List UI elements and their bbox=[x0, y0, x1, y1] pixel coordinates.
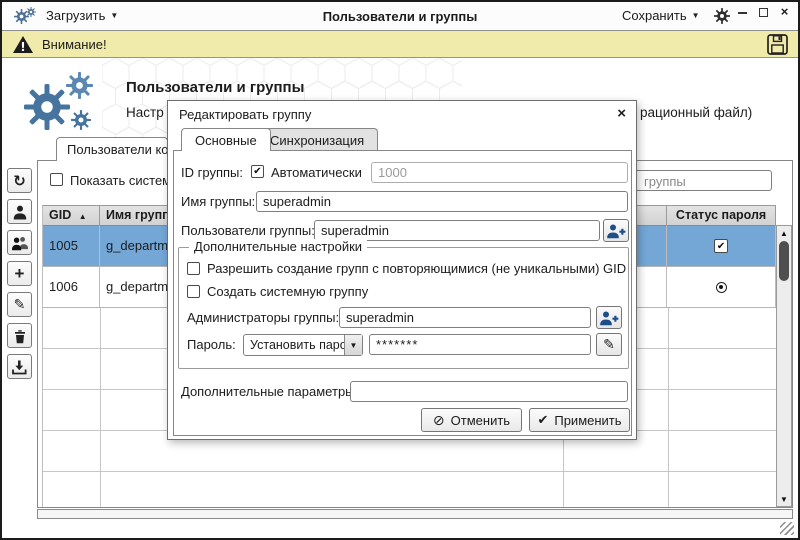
scrollbar-thumb[interactable] bbox=[779, 241, 789, 281]
export-icon bbox=[11, 359, 28, 375]
window-controls: × bbox=[736, 5, 791, 18]
delete-group-button[interactable] bbox=[7, 323, 32, 348]
tab-config-users-label: Пользователи кон bbox=[67, 142, 168, 157]
save-menu-label: Сохранить bbox=[622, 8, 687, 23]
password-label: Пароль: bbox=[187, 337, 236, 352]
minimize-button[interactable] bbox=[736, 5, 749, 18]
group-users-label: Пользователи группы: bbox=[181, 223, 315, 238]
gid-cell: 1005 bbox=[43, 226, 100, 266]
show-system-label: Показать систем bbox=[70, 173, 171, 188]
export-groups-button[interactable] bbox=[7, 354, 32, 379]
system-group-checkbox[interactable] bbox=[187, 285, 200, 298]
maximize-icon bbox=[759, 8, 768, 17]
scrollbar-down-button[interactable]: ▼ bbox=[777, 492, 791, 506]
additional-params-label: Дополнительные параметры: bbox=[181, 384, 358, 399]
system-group-label: Создать системную группу bbox=[207, 284, 368, 299]
pencil-icon: ✎ bbox=[603, 336, 615, 353]
svg-text:!: ! bbox=[20, 40, 25, 54]
search-placeholder-text: группы bbox=[644, 174, 686, 189]
page-subtitle-left: Настр bbox=[126, 105, 164, 120]
groups-view-button[interactable] bbox=[7, 230, 32, 255]
tab-config-users[interactable]: Пользователи кон bbox=[56, 137, 168, 161]
auto-label: Автоматически bbox=[271, 165, 362, 180]
tab-sync[interactable]: Синхронизация bbox=[256, 128, 378, 151]
cancel-icon: ⊘ bbox=[433, 412, 445, 429]
status-cell bbox=[667, 267, 776, 307]
warning-label: Внимание! bbox=[42, 37, 107, 52]
password-status-column-header[interactable]: Статус пароля bbox=[667, 206, 776, 226]
dialog-body: ID группы: ✔ Автоматически Имя группы: П… bbox=[173, 150, 632, 436]
app-window: Загрузить ▼ Пользователи и группы Сохран… bbox=[0, 0, 800, 540]
chevron-down-icon: ▼ bbox=[344, 335, 362, 355]
page-subtitle-right: рационный файл) bbox=[640, 105, 752, 120]
status-cell: ✔ bbox=[667, 226, 776, 266]
trash-icon bbox=[12, 328, 28, 344]
password-status-radio[interactable] bbox=[716, 282, 727, 293]
page-title: Пользователи и группы bbox=[126, 79, 304, 96]
main-content: Пользователи и группы Настр рационный фа… bbox=[2, 58, 798, 538]
horizontal-scrollbar[interactable] bbox=[37, 509, 793, 519]
maximize-button[interactable] bbox=[757, 5, 770, 18]
users-groups-logo bbox=[24, 70, 106, 136]
edit-group-dialog: Редактировать группу × Основные Синхрони… bbox=[167, 100, 637, 440]
password-mode-select[interactable]: Установить пароль ▼ bbox=[243, 334, 363, 356]
save-file-icon[interactable] bbox=[767, 34, 788, 55]
scrollbar-up-button[interactable]: ▲ bbox=[777, 226, 791, 240]
resize-grip[interactable] bbox=[780, 522, 794, 535]
edit-group-button[interactable]: ✎ bbox=[7, 292, 32, 317]
save-menu-button[interactable]: Сохранить ▼ bbox=[622, 8, 700, 23]
column-divider bbox=[100, 308, 101, 507]
allow-duplicate-gid-checkbox[interactable] bbox=[187, 262, 200, 275]
group-name-input[interactable] bbox=[256, 191, 628, 212]
close-icon: × bbox=[781, 6, 789, 17]
group-name-label: Имя группы: bbox=[181, 194, 255, 209]
minimize-icon bbox=[738, 12, 747, 14]
password-status-checkbox[interactable]: ✔ bbox=[714, 239, 728, 253]
group-users-input[interactable] bbox=[314, 220, 600, 241]
add-group-button[interactable]: + bbox=[7, 261, 32, 286]
titlebar: Загрузить ▼ Пользователи и группы Сохран… bbox=[2, 2, 798, 31]
chevron-down-icon: ▼ bbox=[692, 11, 700, 20]
group-id-auto-checkbox[interactable]: ✔ bbox=[251, 165, 264, 178]
refresh-icon: ↻ bbox=[13, 172, 26, 190]
plus-icon: + bbox=[15, 264, 25, 284]
group-id-input[interactable] bbox=[371, 162, 628, 183]
add-user-icon bbox=[599, 310, 619, 326]
close-button[interactable]: × bbox=[778, 5, 791, 18]
warning-icon: ! bbox=[12, 35, 34, 54]
gid-column-header[interactable]: GID ▲ bbox=[43, 206, 100, 226]
users-view-button[interactable] bbox=[7, 199, 32, 224]
warning-bar: ! Внимание! bbox=[2, 31, 798, 58]
show-system-checkbox[interactable] bbox=[50, 173, 63, 186]
group-admins-input[interactable] bbox=[339, 307, 591, 328]
sort-asc-icon: ▲ bbox=[79, 212, 87, 221]
user-icon bbox=[12, 204, 28, 220]
dialog-title: Редактировать группу bbox=[179, 107, 311, 122]
check-icon: ✔ bbox=[537, 412, 548, 428]
vertical-scrollbar[interactable]: ▲ ▼ bbox=[776, 225, 792, 507]
password-input[interactable] bbox=[369, 334, 591, 355]
add-user-icon bbox=[606, 223, 626, 239]
cancel-button[interactable]: ⊘ Отменить bbox=[421, 408, 522, 432]
additional-params-input[interactable] bbox=[350, 381, 628, 402]
add-users-button[interactable] bbox=[603, 219, 629, 242]
users-icon bbox=[11, 235, 28, 251]
gid-cell: 1006 bbox=[43, 267, 100, 307]
edit-pencil-icon: ✎ bbox=[14, 296, 26, 313]
tab-general[interactable]: Основные bbox=[181, 128, 271, 151]
groupbox-legend: Дополнительные настройки bbox=[189, 239, 367, 254]
refresh-button[interactable]: ↻ bbox=[7, 168, 32, 193]
settings-gear-icon[interactable] bbox=[714, 8, 730, 24]
dialog-close-button[interactable]: × bbox=[617, 105, 626, 122]
allow-duplicate-gid-label: Разрешить создание групп с повторяющимис… bbox=[207, 261, 626, 276]
apply-button[interactable]: ✔ Применить bbox=[529, 408, 630, 432]
edit-password-button[interactable]: ✎ bbox=[596, 333, 622, 356]
additional-settings-groupbox: Дополнительные настройки Разрешить созда… bbox=[178, 247, 629, 369]
group-admins-label: Администраторы группы: bbox=[187, 310, 339, 325]
column-divider bbox=[668, 308, 669, 507]
group-id-label: ID группы: bbox=[181, 165, 243, 180]
add-admins-button[interactable] bbox=[596, 306, 622, 329]
